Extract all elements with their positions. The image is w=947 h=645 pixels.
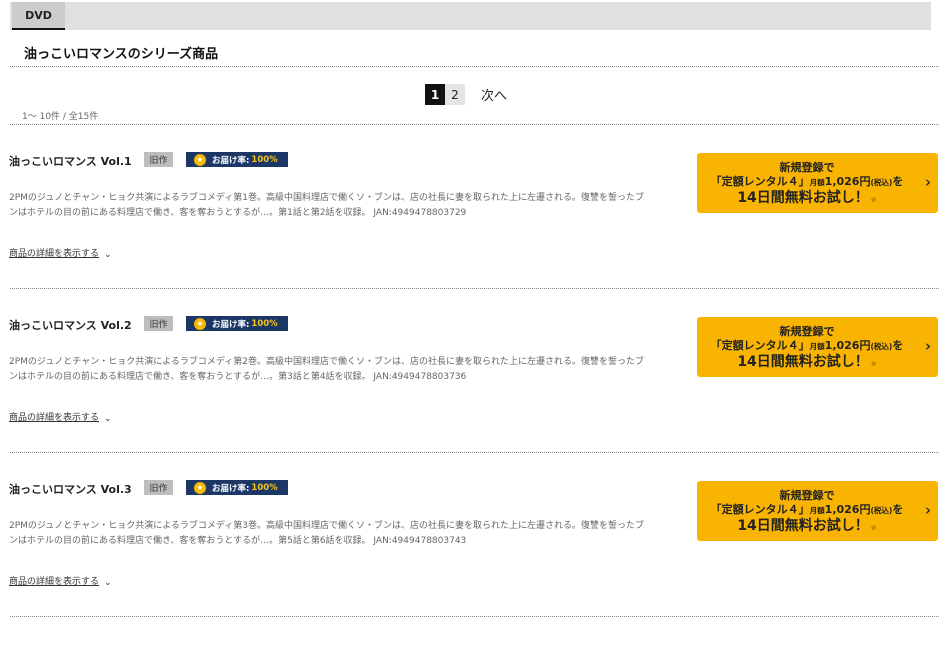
cta-monthly-label: 月額 xyxy=(809,178,825,187)
divider xyxy=(10,616,939,617)
show-details-link[interactable]: 商品の詳細を表示する ⌄ xyxy=(9,574,112,588)
product-description: 2PMのジュノとチャン・ヒョク共演によるラブコメディ第1巻。高級中国料理店で働く… xyxy=(9,191,689,221)
cta-line3: 14日間無料お試し！ ※ xyxy=(697,515,917,535)
chevron-down-icon: ⌄ xyxy=(104,414,112,424)
delivery-rate-value: 100% xyxy=(251,154,278,165)
cta-monthly-label: 月額 xyxy=(809,342,825,351)
old-release-badge: 旧作 xyxy=(144,152,173,167)
description-line: ンはホテルの目の前にある料理店で働き、客を奪おうとするが…。第3話と第4話を収録… xyxy=(9,372,467,382)
product-title[interactable]: 油っこいロマンス Vol.2 xyxy=(9,317,132,333)
divider xyxy=(10,288,939,289)
show-details-link[interactable]: 商品の詳細を表示する ⌄ xyxy=(9,246,112,260)
trial-signup-button[interactable]: 新規登録で 「定額レンタル４」月額1,026円(税込)を 14日間無料お試し！ ※… xyxy=(697,153,938,213)
cta-tax-label: (税込) xyxy=(870,506,893,515)
chevron-down-icon: ⌄ xyxy=(104,578,112,588)
description-line: 2PMのジュノとチャン・ヒョク共演によるラブコメディ第2巻。高級中国料理店で働く… xyxy=(9,357,645,367)
old-release-badge: 旧作 xyxy=(144,480,173,495)
cta-note-mark: ※ xyxy=(870,196,877,204)
description-line: ンはホテルの目の前にある料理店で働き、客を奪おうとするが…。第1話と第2話を収録… xyxy=(9,208,467,218)
delivery-rate-badge: ★ お届け率: 100% xyxy=(186,316,288,331)
cta-trial-text: 14日間無料お試し！ xyxy=(737,518,869,534)
cta-line3: 14日間無料お試し！ ※ xyxy=(697,187,917,207)
cta-trial-text: 14日間無料お試し！ xyxy=(737,354,869,370)
product-title[interactable]: 油っこいロマンス Vol.1 xyxy=(9,153,132,169)
delivery-rate-value: 100% xyxy=(251,482,278,493)
tab-bar: DVD xyxy=(10,2,931,30)
product-item: 油っこいロマンス Vol.3 旧作 ★ お届け率: 100% 2PMのジュノとチ… xyxy=(0,480,947,645)
delivery-rate-badge: ★ お届け率: 100% xyxy=(186,480,288,495)
next-page-link[interactable]: 次へ xyxy=(481,85,507,104)
divider xyxy=(10,452,939,453)
delivery-rate-label: お届け率: xyxy=(212,483,250,494)
trial-signup-button[interactable]: 新規登録で 「定額レンタル４」月額1,026円(税込)を 14日間無料お試し！ ※… xyxy=(697,481,938,541)
chevron-right-icon: › xyxy=(924,173,931,191)
show-details-link[interactable]: 商品の詳細を表示する ⌄ xyxy=(9,410,112,424)
description-line: 2PMのジュノとチャン・ヒョク共演によるラブコメディ第3巻。高級中国料理店で働く… xyxy=(9,521,645,531)
description-line: ンはホテルの目の前にある料理店で働き、客を奪おうとするが…。第5話と第6話を収録… xyxy=(9,536,467,546)
old-release-badge: 旧作 xyxy=(144,316,173,331)
product-item: 油っこいロマンス Vol.1 旧作 ★ お届け率: 100% 2PMのジュノとチ… xyxy=(0,152,947,317)
cta-line3: 14日間無料お試し！ ※ xyxy=(697,351,917,371)
divider xyxy=(10,66,939,67)
chevron-right-icon: › xyxy=(924,337,931,355)
show-details-label: 商品の詳細を表示する xyxy=(9,249,100,259)
product-item: 油っこいロマンス Vol.2 旧作 ★ お届け率: 100% 2PMのジュノとチ… xyxy=(0,316,947,481)
show-details-label: 商品の詳細を表示する xyxy=(9,577,100,587)
page-2-button[interactable]: 2 xyxy=(445,84,465,105)
description-line: 2PMのジュノとチャン・ヒョク共演によるラブコメディ第1巻。高級中国料理店で働く… xyxy=(9,193,645,203)
chevron-right-icon: › xyxy=(924,501,931,519)
chevron-down-icon: ⌄ xyxy=(104,250,112,260)
cta-tax-label: (税込) xyxy=(870,178,893,187)
cta-monthly-label: 月額 xyxy=(809,506,825,515)
product-description: 2PMのジュノとチャン・ヒョク共演によるラブコメディ第3巻。高級中国料理店で働く… xyxy=(9,519,689,549)
divider xyxy=(10,124,939,125)
product-description: 2PMのジュノとチャン・ヒョク共演によるラブコメディ第2巻。高級中国料理店で働く… xyxy=(9,355,689,385)
star-icon: ★ xyxy=(194,153,206,166)
star-icon: ★ xyxy=(194,481,206,494)
delivery-rate-label: お届け率: xyxy=(212,319,250,330)
cta-note-mark: ※ xyxy=(870,524,877,532)
show-details-label: 商品の詳細を表示する xyxy=(9,413,100,423)
cta-tax-label: (税込) xyxy=(870,342,893,351)
cta-note-mark: ※ xyxy=(870,360,877,368)
page-1-button[interactable]: 1 xyxy=(425,84,445,105)
result-count: 1～ 10件 / 全15件 xyxy=(22,112,99,122)
product-title[interactable]: 油っこいロマンス Vol.3 xyxy=(9,481,132,497)
tab-dvd[interactable]: DVD xyxy=(12,2,65,30)
delivery-rate-value: 100% xyxy=(251,318,278,329)
pagination: 1 2 次へ xyxy=(425,84,507,105)
delivery-rate-label: お届け率: xyxy=(212,155,250,166)
star-icon: ★ xyxy=(194,317,206,330)
trial-signup-button[interactable]: 新規登録で 「定額レンタル４」月額1,026円(税込)を 14日間無料お試し！ ※… xyxy=(697,317,938,377)
page-title: 油っこいロマンスのシリーズ商品 xyxy=(24,47,219,62)
cta-trial-text: 14日間無料お試し！ xyxy=(737,190,869,206)
delivery-rate-badge: ★ お届け率: 100% xyxy=(186,152,288,167)
